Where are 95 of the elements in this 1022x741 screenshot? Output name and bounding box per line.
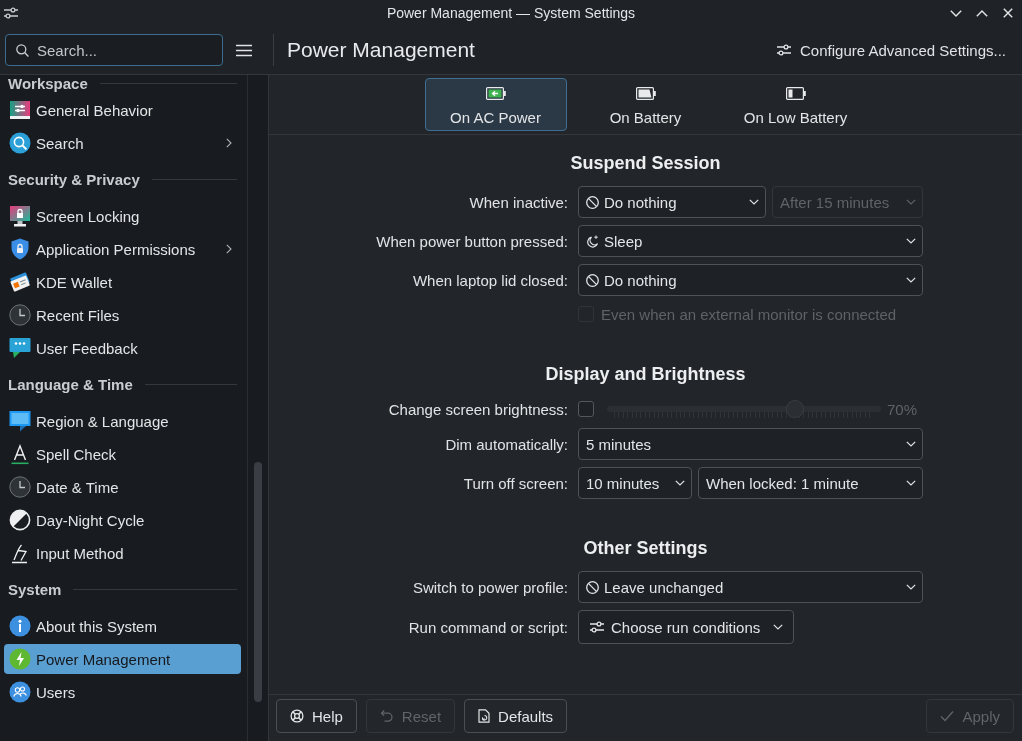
scrollbar-thumb[interactable] xyxy=(254,462,262,702)
section-heading: System xyxy=(8,581,62,598)
dropdown[interactable]: Sleep xyxy=(578,225,923,257)
search-icon xyxy=(9,132,31,154)
cards-icon xyxy=(9,271,31,293)
section-heading: Workspace xyxy=(8,75,88,92)
tab[interactable]: On AC Power xyxy=(424,78,567,131)
dropdown[interactable]: Do nothing xyxy=(578,186,766,218)
sidebar-item[interactable]: User Feedback xyxy=(4,333,241,363)
chevron-down-icon xyxy=(749,199,759,205)
chevron-down-icon xyxy=(949,9,962,17)
dropdown[interactable]: 5 minutes xyxy=(578,428,923,460)
window-title: Power Management — System Settings xyxy=(386,5,636,21)
monitor-lock-icon xyxy=(9,205,31,227)
sidebar-item[interactable]: About this System xyxy=(4,611,241,641)
dropdown[interactable]: Leave unchanged xyxy=(578,571,923,603)
field-label: Turn off screen: xyxy=(463,474,568,492)
field-label: When laptop lid closed: xyxy=(412,271,568,289)
sidebar-item[interactable]: Power Management xyxy=(4,644,241,674)
dropdown[interactable]: Do nothing xyxy=(578,264,923,296)
sidebar-item[interactable]: Users xyxy=(4,677,241,707)
chevron-down-icon xyxy=(675,480,685,486)
section-heading: Security & Privacy xyxy=(8,171,140,188)
chevron-up-icon xyxy=(975,9,988,17)
sidebar-item[interactable]: Date & Time xyxy=(4,472,241,502)
section-title: Display and Brightness xyxy=(544,363,747,386)
field-label: Dim automatically: xyxy=(445,435,568,453)
configure-button[interactable]: Configure Advanced Settings... xyxy=(771,36,1012,64)
sliders-icon xyxy=(590,621,604,633)
battery-low-icon xyxy=(785,87,806,100)
users-icon xyxy=(9,681,31,703)
sidebar-item[interactable]: Spell Check xyxy=(4,439,241,469)
speech-bubble-icon xyxy=(9,337,31,359)
sidebar-item[interactable]: Search xyxy=(4,128,241,158)
close-icon xyxy=(1002,8,1013,18)
help-button[interactable]: Help xyxy=(276,699,357,733)
sidebar-item[interactable]: Day-Night Cycle xyxy=(4,505,241,535)
section-heading: Language & Time xyxy=(8,376,133,393)
field-label: When inactive: xyxy=(469,193,568,211)
field-label: Run command or script: xyxy=(408,618,568,636)
lifebuoy-icon xyxy=(290,709,304,723)
chevron-right-icon xyxy=(226,244,232,254)
chevron-down-icon xyxy=(906,584,916,590)
lightning-icon xyxy=(9,648,31,670)
sidebar-item[interactable]: Recent Files xyxy=(4,300,241,330)
slider-value: 70% xyxy=(886,400,917,418)
field-label: Change screen brightness: xyxy=(388,400,568,418)
sliders-icon xyxy=(9,99,31,121)
info-icon xyxy=(9,615,31,637)
clock-icon xyxy=(9,304,31,326)
checkmark-icon xyxy=(940,710,955,722)
chevron-down-icon xyxy=(906,480,916,486)
field-label: When power button pressed: xyxy=(376,232,568,250)
shield-lock-icon xyxy=(9,238,31,260)
search-icon xyxy=(16,44,29,57)
section-title: Suspend Session xyxy=(569,152,722,175)
sliders-icon xyxy=(777,44,792,56)
sidebar-item[interactable]: Application Permissions xyxy=(4,234,241,264)
sidebar-item[interactable]: Input Method xyxy=(4,538,241,568)
undo-icon xyxy=(379,709,394,723)
document-icon xyxy=(478,709,491,723)
battery-charging-icon xyxy=(485,87,506,100)
clock-icon xyxy=(9,476,31,498)
menu-button[interactable]: Choose run conditions xyxy=(578,610,795,644)
chevron-down-icon xyxy=(906,441,916,447)
field-label: Switch to power profile: xyxy=(412,578,568,596)
dropdown[interactable]: 10 minutes xyxy=(578,467,692,499)
page-title: Power Management xyxy=(287,38,475,62)
letter-a-icon xyxy=(9,443,31,465)
speech-bubble-icon xyxy=(9,410,31,432)
sidebar-item[interactable]: General Behavior xyxy=(4,95,241,125)
sidebar-item[interactable]: KDE Wallet xyxy=(4,267,241,297)
prohibited-icon xyxy=(586,580,599,594)
tab[interactable]: On Battery xyxy=(574,78,717,131)
sidebar-item[interactable]: Screen Locking xyxy=(4,201,241,231)
section-title: Other Settings xyxy=(582,537,709,560)
half-circle-icon xyxy=(9,509,31,531)
chevron-down-icon xyxy=(906,238,916,244)
tab[interactable]: On Low Battery xyxy=(724,78,867,131)
chevron-down-icon xyxy=(773,624,784,630)
sliders-icon xyxy=(4,7,18,19)
defaults-button[interactable]: Defaults xyxy=(464,699,568,733)
checkbox-label: Even when an external monitor is connected xyxy=(601,305,897,323)
battery-icon xyxy=(635,87,656,100)
moon-icon xyxy=(586,234,599,248)
sidebar-item[interactable]: Region & Language xyxy=(4,406,241,436)
chevron-right-icon xyxy=(226,138,232,148)
search-field[interactable]: Search... xyxy=(5,34,223,66)
chevron-down-icon xyxy=(906,199,916,205)
dropdown[interactable]: When locked: 1 minute xyxy=(698,467,923,499)
prohibited-icon xyxy=(586,273,599,287)
prohibited-icon xyxy=(586,195,599,209)
chevron-down-icon xyxy=(906,277,916,283)
checkbox[interactable] xyxy=(578,401,594,417)
menu-icon[interactable] xyxy=(236,43,252,57)
